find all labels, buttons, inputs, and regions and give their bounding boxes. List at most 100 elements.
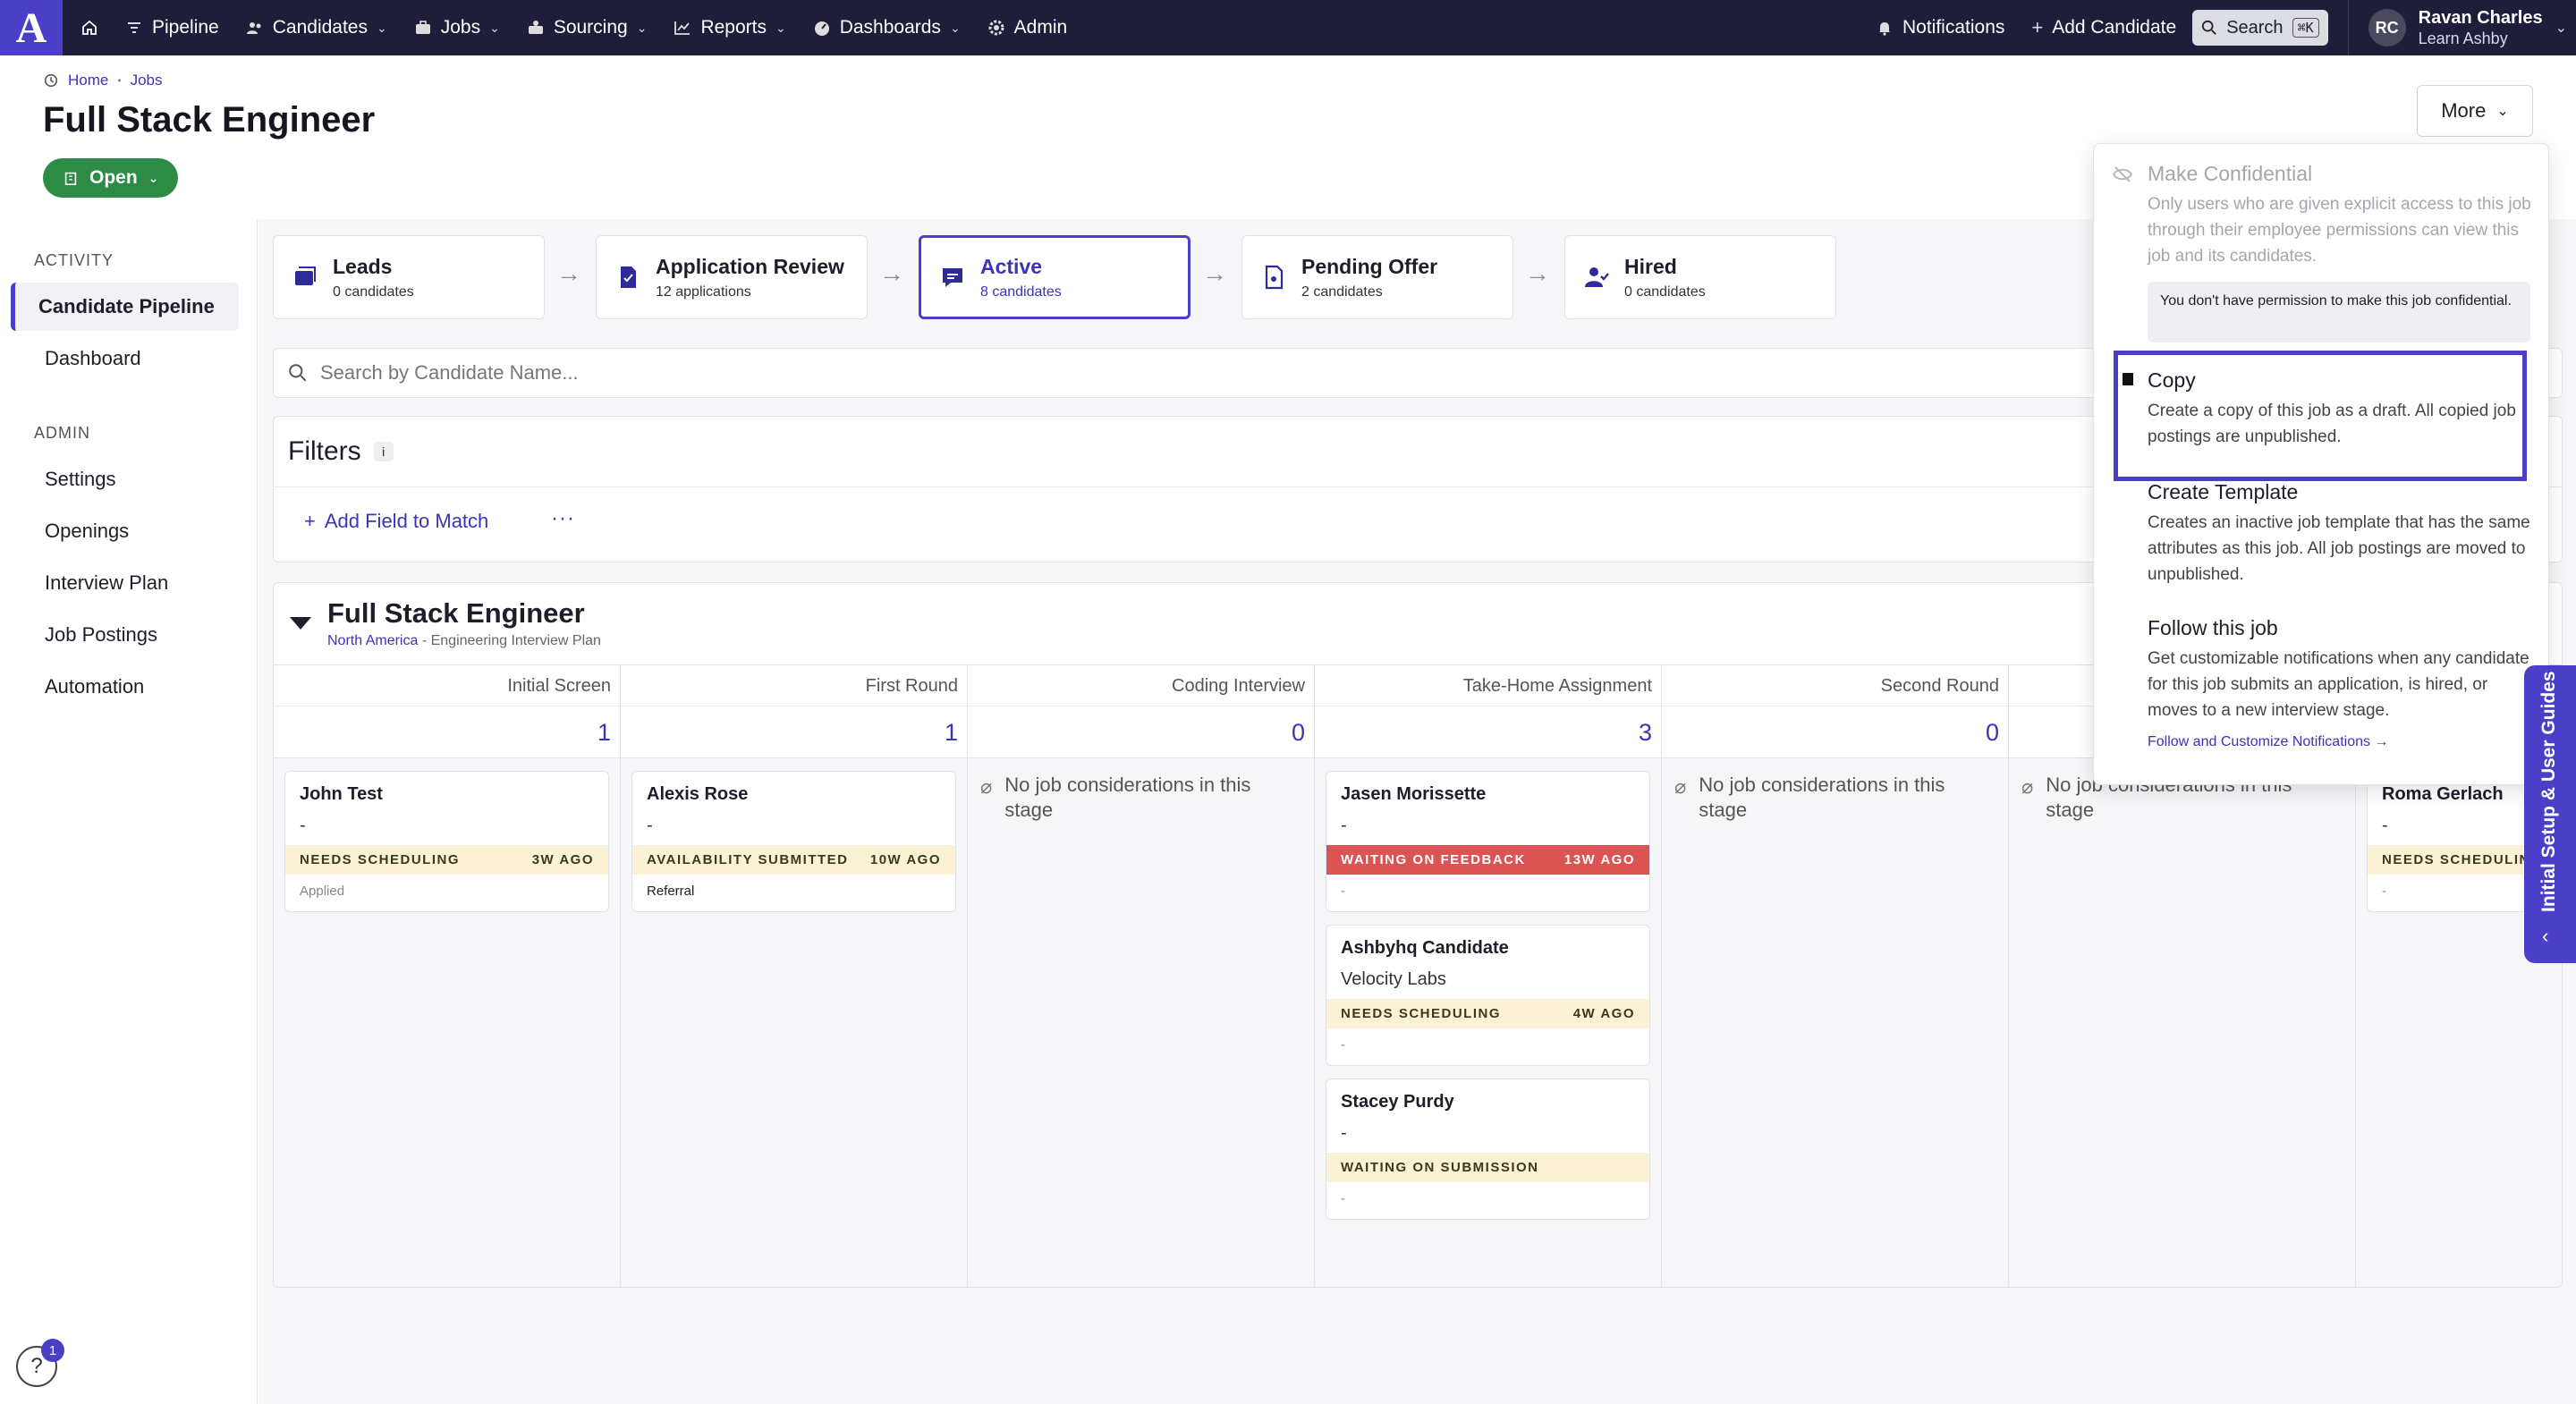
stage-leads[interactable]: Leads 0 candidates	[273, 235, 545, 319]
user-guides-tab[interactable]: Initial Setup & User Guides ‹	[2524, 665, 2576, 963]
nav-pipeline[interactable]: Pipeline	[125, 0, 219, 55]
menu-item-description: Creates an inactive job template that ha…	[2148, 513, 2530, 584]
arrow-right-icon: →	[879, 259, 904, 287]
status-text: AVAILABILITY SUBMITTED	[647, 852, 849, 867]
column-count[interactable]: 3	[1315, 706, 1661, 758]
sidebar-item-openings[interactable]: Openings	[11, 507, 239, 555]
nav-pipeline-label: Pipeline	[152, 17, 219, 38]
candidate-card[interactable]: Alexis Rose - AVAILABILITY SUBMITTED 10W …	[631, 771, 956, 912]
candidate-card[interactable]: Ashbyhq Candidate Velocity Labs NEEDS SC…	[1326, 925, 1650, 1066]
empty-state: ⌀ No job considerations in this stage	[1673, 771, 1997, 825]
nav-sourcing-label: Sourcing	[553, 17, 628, 38]
column-count[interactable]: 1	[621, 706, 967, 758]
sidebar-item-candidate-pipeline[interactable]: Candidate Pipeline	[11, 283, 239, 331]
follow-notifications-link[interactable]: Follow and Customize Notifications →	[2148, 734, 2534, 750]
stage-count: 2 candidates	[1301, 283, 1383, 300]
stage-active[interactable]: Active 8 candidates	[919, 235, 1191, 319]
filters-more-button[interactable]: ···	[551, 506, 575, 531]
candidate-card[interactable]: Stacey Purdy - WAITING ON SUBMISSION -	[1326, 1078, 1650, 1220]
user-guides-label: Initial Setup & User Guides	[2538, 671, 2559, 912]
search-shortcut: ⌘K	[2292, 18, 2319, 38]
sidebar-item-dashboard[interactable]: Dashboard	[11, 334, 239, 383]
menu-item-copy[interactable]: Copy Create a copy of this job as a draf…	[2148, 368, 2534, 450]
user-menu[interactable]: RC Ravan Charles Learn Ashby ⌄	[2347, 0, 2576, 55]
user-name: Ravan Charles	[2418, 8, 2543, 28]
filters-title-text: Filters	[288, 436, 361, 466]
briefcase-icon	[415, 21, 430, 34]
stage-application-review[interactable]: Application Review 12 applications	[596, 235, 868, 319]
home-button[interactable]	[80, 0, 98, 55]
column-count[interactable]: 0	[1662, 706, 2008, 758]
candidate-subtitle: -	[300, 816, 306, 835]
chart-icon	[674, 21, 691, 35]
add-candidate-button[interactable]: + Add Candidate	[2031, 0, 2176, 55]
help-button[interactable]: ? 1	[16, 1339, 64, 1387]
stage-title: Leads	[333, 254, 393, 278]
sidebar-item-job-postings[interactable]: Job Postings	[11, 611, 239, 659]
stage-count: 0 candidates	[333, 283, 414, 300]
stage-count: 8 candidates	[980, 283, 1062, 300]
status-text: WAITING ON SUBMISSION	[1341, 1160, 1539, 1175]
board-subtitle: North America - Engineering Interview Pl…	[327, 633, 601, 649]
board-subtitle-region: North America	[327, 633, 419, 648]
chevron-down-icon: ⌄	[376, 20, 387, 35]
document-check-icon	[621, 266, 636, 288]
column-count[interactable]: 0	[968, 706, 1314, 758]
add-field-label: Add Field to Match	[324, 510, 489, 532]
global-search-button[interactable]: Search ⌘K	[2192, 10, 2328, 46]
status-text: WAITING ON FEEDBACK	[1341, 852, 1526, 867]
status-age: 10W AGO	[869, 852, 941, 867]
candidate-source: -	[1341, 1191, 1345, 1206]
stage-count: 0 candidates	[1624, 283, 1706, 300]
sidebar-item-interview-plan[interactable]: Interview Plan	[11, 559, 239, 607]
sidebar-item-settings[interactable]: Settings	[11, 455, 239, 503]
gear-icon	[988, 20, 1004, 36]
nav-candidates[interactable]: Candidates ⌄	[246, 0, 387, 55]
job-status-button[interactable]: Open ⌄	[43, 158, 179, 198]
plus-icon: +	[304, 510, 316, 532]
nav-sourcing[interactable]: Sourcing ⌄	[527, 0, 647, 55]
search-label: Search	[2226, 17, 2284, 38]
column-header: Initial Screen	[274, 665, 620, 706]
history-icon[interactable]	[43, 72, 59, 89]
status-badge: WAITING ON FEEDBACK 13W AGO	[1326, 845, 1649, 875]
candidate-card[interactable]: John Test - NEEDS SCHEDULING 3W AGO Appli…	[284, 771, 609, 912]
status-text: NEEDS SCHEDULING	[1341, 1006, 1502, 1021]
stage-hired[interactable]: Hired 0 candidates	[1564, 235, 1836, 319]
column-count[interactable]: 1	[274, 706, 620, 758]
collapse-triangle-icon[interactable]	[290, 617, 311, 630]
status-age: 13W AGO	[1563, 852, 1635, 867]
nav-dashboards-label: Dashboards	[839, 17, 941, 38]
nav-reports[interactable]: Reports ⌄	[674, 0, 786, 55]
menu-item-make-confidential[interactable]: Make Confidential Only users who are giv…	[2112, 162, 2534, 269]
nav-jobs[interactable]: Jobs ⌄	[414, 0, 500, 55]
breadcrumb-jobs[interactable]: Jobs	[131, 72, 163, 89]
column-body: ⌀No job considerations in this stage	[2009, 758, 2355, 1287]
home-icon	[82, 20, 97, 35]
stage-pending-offer[interactable]: Pending Offer 2 candidates	[1241, 235, 1513, 319]
add-field-to-match-button[interactable]: + Add Field to Match	[304, 510, 488, 533]
sidebar-item-automation[interactable]: Automation	[11, 663, 239, 711]
sidebar-section-activity: ACTIVITY	[34, 251, 114, 269]
column-body: John Test - NEEDS SCHEDULING 3W AGO Appli…	[274, 758, 620, 1287]
nav-admin-label: Admin	[1013, 17, 1068, 38]
candidate-card[interactable]: Jasen Morissette - WAITING ON FEEDBACK 13…	[1326, 771, 1650, 912]
status-text: NEEDS SCHEDULIN	[2382, 852, 2530, 867]
notifications-button[interactable]: Notifications	[1876, 0, 2004, 55]
sidebar-section-admin: ADMIN	[34, 424, 90, 442]
candidate-name: Ashbyhq Candidate	[1341, 938, 1509, 958]
user-org: Learn Ashby	[2418, 30, 2508, 47]
building-icon	[64, 172, 77, 186]
menu-item-follow-job[interactable]: Follow this job Get customizable notific…	[2148, 616, 2534, 750]
arrow-right-icon: →	[1202, 259, 1227, 287]
column-body: ⌀No job considerations in this stage	[1662, 758, 2008, 1287]
sidebar: ACTIVITY Candidate Pipeline Dashboard AD…	[0, 219, 258, 1404]
info-icon[interactable]: i	[373, 442, 394, 461]
candidate-subtitle: -	[1341, 1123, 1347, 1143]
nav-dashboards[interactable]: Dashboards ⌄	[813, 0, 961, 55]
menu-item-create-template[interactable]: Create Template Creates an inactive job …	[2148, 480, 2534, 588]
breadcrumb-home[interactable]: Home	[68, 72, 108, 89]
nav-admin[interactable]: Admin	[987, 0, 1068, 55]
more-button[interactable]: More ⌄	[2417, 85, 2533, 137]
ashby-logo[interactable]: A	[0, 0, 63, 55]
